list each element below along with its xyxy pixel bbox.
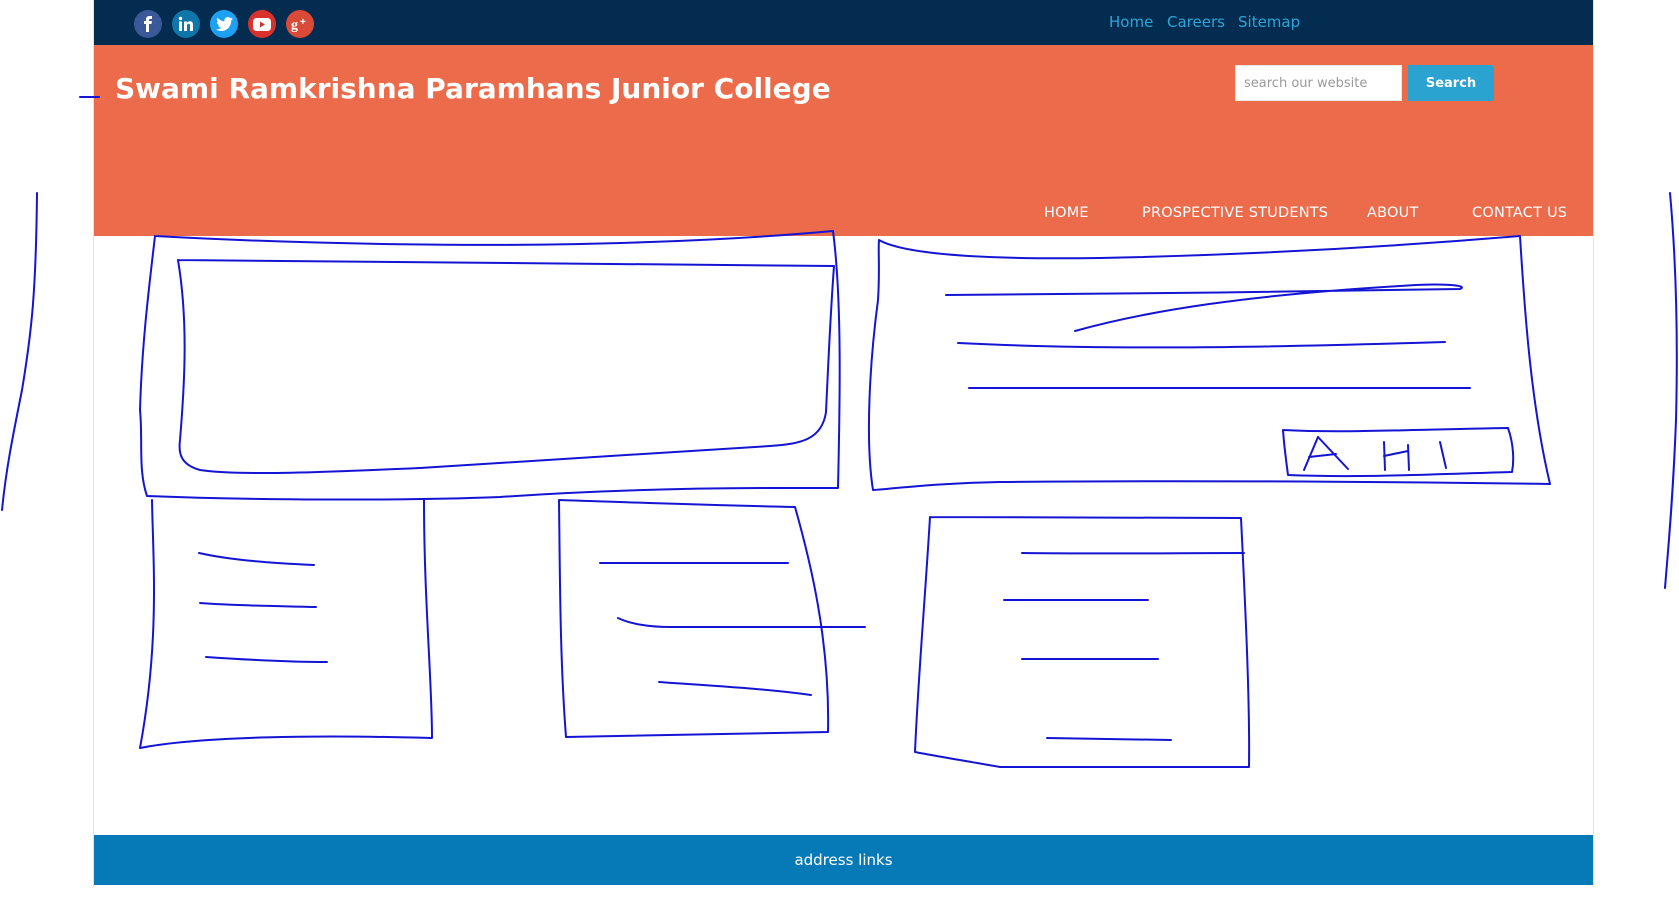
nav-contact-us[interactable]: CONTACT US [1472,205,1567,221]
sketch-left-margin-line [1,192,38,511]
top-bar: g + Home Careers Sitemap [94,0,1593,45]
svg-text:+: + [300,17,306,28]
sketch-right-margin-line [1664,192,1678,589]
linkedin-icon[interactable] [172,10,200,38]
search-input[interactable] [1235,65,1402,101]
twitter-icon[interactable] [210,10,238,38]
footer-address-links[interactable]: address links [794,851,892,869]
nav-home[interactable]: HOME [1044,205,1089,221]
site-title[interactable]: Swami Ramkrishna Paramhans Junior Colleg… [115,72,831,105]
youtube-icon[interactable] [248,10,276,38]
facebook-icon[interactable] [134,10,162,38]
page-container: g + Home Careers Sitemap Swami Ramkrishna… [93,0,1594,887]
google-plus-icon[interactable]: g + [286,10,314,38]
top-link-careers[interactable]: Careers [1167,13,1225,31]
top-link-home[interactable]: Home [1109,13,1153,31]
nav-about[interactable]: ABOUT [1367,205,1419,221]
top-link-sitemap[interactable]: Sitemap [1238,13,1300,31]
svg-text:g: g [291,18,298,32]
site-header: Swami Ramkrishna Paramhans Junior Colleg… [94,45,1593,236]
nav-prospective-students[interactable]: PROSPECTIVE STUDENTS [1142,205,1328,221]
site-footer: address links [94,835,1593,885]
search-button[interactable]: Search [1408,65,1494,101]
